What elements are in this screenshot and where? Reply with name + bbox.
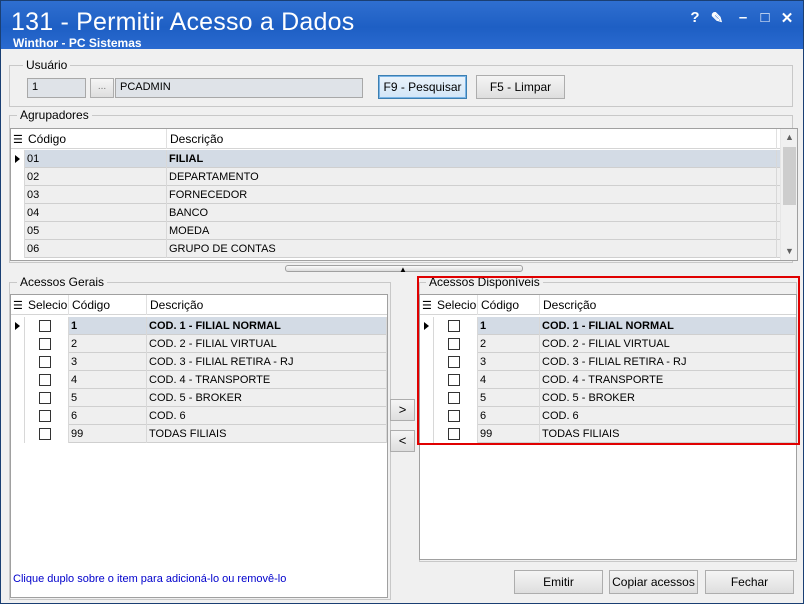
edit-icon[interactable]: ✎ xyxy=(707,9,727,27)
hint-text: Clique duplo sobre o item para adicioná-… xyxy=(13,573,287,585)
acessos-disponiveis-grid[interactable]: ☰ Selecio Código Descrição 1 COD. 1 - FI… xyxy=(419,294,797,560)
select-checkbox[interactable] xyxy=(448,428,460,440)
table-row[interactable]: 02 DEPARTAMENTO xyxy=(11,168,797,186)
maximize-icon[interactable]: □ xyxy=(755,9,775,26)
copiar-acessos-button[interactable]: Copiar acessos xyxy=(609,570,698,594)
grid-header: ☰ Selecio Código Descrição xyxy=(420,295,796,315)
table-row[interactable]: 06 GRUPO DE CONTAS xyxy=(11,240,797,258)
client-area: Usuário 1 ... PCADMIN F9 - Pesquisar F5 … xyxy=(5,49,800,601)
select-checkbox[interactable] xyxy=(448,392,460,404)
table-row[interactable]: 1 COD. 1 - FILIAL NORMAL xyxy=(420,317,796,335)
search-button[interactable]: F9 - Pesquisar xyxy=(378,75,467,99)
usuario-group-label: Usuário xyxy=(23,58,71,72)
table-row[interactable]: 4 COD. 4 - TRANSPORTE xyxy=(11,371,387,389)
splitter-handle[interactable]: ▲ xyxy=(285,265,523,274)
select-checkbox[interactable] xyxy=(448,338,460,350)
select-checkbox[interactable] xyxy=(448,374,460,386)
help-icon[interactable]: ? xyxy=(685,9,705,26)
current-row-icon xyxy=(15,322,20,330)
table-row[interactable]: 99 TODAS FILIAIS xyxy=(11,425,387,443)
acessos-gerais-label: Acessos Gerais xyxy=(17,275,108,289)
agrupadores-grid[interactable]: ☰ Código Descrição 01 FILIAL 02 DEPARTAM… xyxy=(10,128,798,261)
table-row[interactable]: 6 COD. 6 xyxy=(420,407,796,425)
window-subtitle: Winthor - PC Sistemas xyxy=(13,36,142,50)
table-row[interactable]: 5 COD. 5 - BROKER xyxy=(420,389,796,407)
current-row-icon xyxy=(15,155,20,163)
fechar-button[interactable]: Fechar xyxy=(705,570,794,594)
column-chooser-icon[interactable]: ☰ xyxy=(13,299,23,312)
col-codigo[interactable]: Código xyxy=(69,295,147,315)
add-access-button[interactable]: > xyxy=(390,399,415,421)
scroll-thumb[interactable] xyxy=(783,147,796,205)
current-row-icon xyxy=(424,322,429,330)
table-row[interactable]: 01 FILIAL xyxy=(11,150,797,168)
select-checkbox[interactable] xyxy=(39,410,51,422)
select-checkbox[interactable] xyxy=(448,410,460,422)
select-checkbox[interactable] xyxy=(39,374,51,386)
user-code-field[interactable]: 1 xyxy=(27,78,86,98)
table-row[interactable]: 1 COD. 1 - FILIAL NORMAL xyxy=(11,317,387,335)
table-row[interactable]: 04 BANCO xyxy=(11,204,797,222)
table-row[interactable]: 3 COD. 3 - FILIAL RETIRA - RJ xyxy=(420,353,796,371)
grid-header: ☰ Código Descrição xyxy=(11,129,797,149)
col-descricao[interactable]: Descrição xyxy=(540,295,796,315)
agrupadores-group-label: Agrupadores xyxy=(17,108,92,122)
table-row[interactable]: 6 COD. 6 xyxy=(11,407,387,425)
col-descricao[interactable]: Descrição xyxy=(167,129,777,149)
select-checkbox[interactable] xyxy=(448,356,460,368)
col-selecionar[interactable]: Selecio xyxy=(25,295,69,315)
vertical-scrollbar[interactable]: ▲ ▼ xyxy=(780,129,797,260)
column-chooser-icon[interactable]: ☰ xyxy=(13,133,23,146)
table-row[interactable]: 2 COD. 2 - FILIAL VIRTUAL xyxy=(11,335,387,353)
col-codigo[interactable]: Código xyxy=(25,129,167,149)
collapse-up-icon[interactable]: ▲ xyxy=(399,265,407,274)
window-title: 131 - Permitir Acesso a Dados xyxy=(11,8,355,36)
acessos-gerais-grid[interactable]: ☰ Selecio Código Descrição 1 COD. 1 - FI… xyxy=(10,294,388,598)
title-bar[interactable]: 131 - Permitir Acesso a Dados Winthor - … xyxy=(1,1,803,50)
table-row[interactable]: 03 FORNECEDOR xyxy=(11,186,797,204)
select-checkbox[interactable] xyxy=(39,338,51,350)
grid-header: ☰ Selecio Código Descrição xyxy=(11,295,387,315)
clear-button[interactable]: F5 - Limpar xyxy=(476,75,565,99)
select-checkbox[interactable] xyxy=(448,320,460,332)
table-row[interactable]: 5 COD. 5 - BROKER xyxy=(11,389,387,407)
emitir-button[interactable]: Emitir xyxy=(514,570,603,594)
table-row[interactable]: 99 TODAS FILIAIS xyxy=(420,425,796,443)
user-name-field[interactable]: PCADMIN xyxy=(115,78,363,98)
select-checkbox[interactable] xyxy=(39,428,51,440)
column-chooser-icon[interactable]: ☰ xyxy=(422,299,432,312)
browse-user-button[interactable]: ... xyxy=(90,78,114,98)
select-checkbox[interactable] xyxy=(39,356,51,368)
table-row[interactable]: 05 MOEDA xyxy=(11,222,797,240)
acessos-disponiveis-label: Acessos Disponíveis xyxy=(426,275,543,289)
remove-access-button[interactable]: < xyxy=(390,430,415,452)
scroll-down-icon[interactable]: ▼ xyxy=(781,243,797,260)
col-selecionar[interactable]: Selecio xyxy=(434,295,478,315)
col-codigo[interactable]: Código xyxy=(478,295,540,315)
col-descricao[interactable]: Descrição xyxy=(147,295,387,315)
table-row[interactable]: 4 COD. 4 - TRANSPORTE xyxy=(420,371,796,389)
scroll-up-icon[interactable]: ▲ xyxy=(781,129,797,146)
main-window: 131 - Permitir Acesso a Dados Winthor - … xyxy=(0,0,804,604)
select-checkbox[interactable] xyxy=(39,392,51,404)
select-checkbox[interactable] xyxy=(39,320,51,332)
table-row[interactable]: 3 COD. 3 - FILIAL RETIRA - RJ xyxy=(11,353,387,371)
table-row[interactable]: 2 COD. 2 - FILIAL VIRTUAL xyxy=(420,335,796,353)
minimize-icon[interactable]: – xyxy=(733,9,753,26)
close-icon[interactable]: ✕ xyxy=(777,9,797,27)
